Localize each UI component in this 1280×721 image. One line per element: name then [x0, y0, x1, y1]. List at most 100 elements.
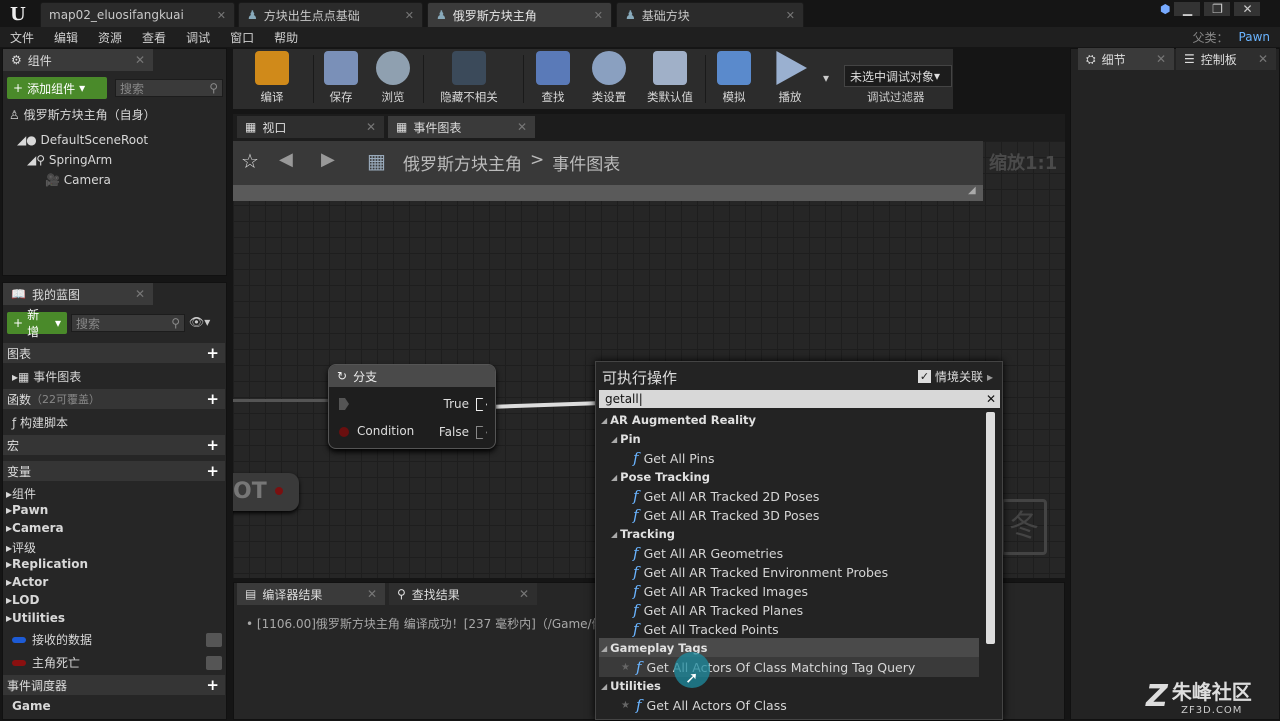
- close-icon[interactable]: ✕: [405, 9, 414, 22]
- add-icon[interactable]: +: [206, 390, 219, 408]
- section-functions[interactable]: 函数 （22可覆盖） +: [3, 389, 225, 409]
- var-group-utilities[interactable]: ▸Utilities: [6, 611, 65, 625]
- action-item[interactable]: ★ f Get All Actors Of Class: [599, 695, 979, 715]
- action-item[interactable]: f Get All AR Tracked Environment Probes: [599, 562, 979, 582]
- hide-unrelated-button[interactable]: 隐藏不相关: [427, 49, 511, 109]
- new-button[interactable]: + 新增 ▾: [7, 308, 67, 339]
- action-category[interactable]: ◢ Utilities: [599, 676, 979, 696]
- var-group-pawn[interactable]: ▸Pawn: [6, 503, 48, 517]
- tab-map[interactable]: map02_eluosifangkuai ✕: [40, 2, 235, 27]
- action-item[interactable]: ★ f Get All Actors Of Class Matching Tag Q…: [599, 657, 979, 677]
- tab-compiler-results[interactable]: ▤ 编译器结果 ✕: [237, 583, 385, 605]
- save-button[interactable]: 保存: [319, 49, 363, 109]
- expand-triangle-icon[interactable]: ◢: [601, 644, 607, 653]
- tab-player[interactable]: ♟ 俄罗斯方块主角 ✕: [427, 2, 612, 27]
- menu-asset[interactable]: 资源: [88, 29, 132, 46]
- var-group-actor[interactable]: ▸Actor: [6, 575, 48, 589]
- partial-node[interactable]: OT: [233, 473, 299, 511]
- play-button[interactable]: 播放: [765, 49, 815, 109]
- close-icon[interactable]: ✕: [217, 9, 226, 22]
- favorite-star-icon[interactable]: ☆: [241, 149, 259, 173]
- section-dispatchers[interactable]: 事件调度器 +: [3, 675, 225, 695]
- minimize-icon[interactable]: ▁: [1174, 2, 1201, 16]
- false-pin-icon[interactable]: [476, 426, 487, 439]
- event-graph-item[interactable]: ▸▦ 事件图表: [12, 368, 81, 385]
- compile-button[interactable]: 编译: [237, 49, 307, 109]
- var-group-components[interactable]: ▸组件: [6, 485, 36, 502]
- close-icon[interactable]: ✕: [366, 120, 376, 134]
- menu-edit[interactable]: 编辑: [44, 29, 88, 46]
- exec-in-pin-icon[interactable]: [339, 398, 349, 410]
- tab-find-results[interactable]: ⚲ 查找结果 ✕: [389, 583, 537, 605]
- close-icon[interactable]: ✕: [594, 9, 603, 22]
- tab-block[interactable]: ♟ 基础方块 ✕: [616, 2, 804, 27]
- self-item[interactable]: ♙ 俄罗斯方块主角（自身）: [9, 106, 156, 123]
- class-settings-button[interactable]: 类设置: [583, 49, 635, 109]
- close-icon[interactable]: ✕: [786, 9, 795, 22]
- add-icon[interactable]: +: [206, 344, 219, 362]
- pin-icon[interactable]: [275, 487, 283, 495]
- menu-help[interactable]: 帮助: [264, 29, 308, 46]
- visibility-icon[interactable]: [206, 632, 222, 647]
- parent-class-value[interactable]: Pawn: [1239, 30, 1280, 44]
- action-item[interactable]: f Get All AR Tracked 3D Poses: [599, 505, 979, 525]
- section-graphs[interactable]: 图表 +: [3, 343, 225, 363]
- action-item[interactable]: f Get All AR Tracked Images: [599, 581, 979, 601]
- expand-triangle-icon[interactable]: ◢: [601, 682, 607, 691]
- branch-node[interactable]: ↻ 分支 True Condition False: [328, 364, 496, 449]
- action-item[interactable]: f Get All AR Tracked Planes: [599, 600, 979, 620]
- expand-triangle-icon[interactable]: ◢: [601, 416, 607, 425]
- favorite-star-icon[interactable]: ★: [621, 700, 630, 711]
- condition-pin-icon[interactable]: [339, 427, 349, 437]
- add-component-button[interactable]: + 添加组件 ▾: [7, 77, 107, 99]
- close-icon[interactable]: ✕: [1156, 52, 1166, 66]
- menu-debug[interactable]: 调试: [176, 29, 220, 46]
- browse-button[interactable]: 浏览: [369, 49, 417, 109]
- action-search-input[interactable]: getall | ✕: [599, 390, 1000, 408]
- find-button[interactable]: 查找: [529, 49, 577, 109]
- back-arrow-icon[interactable]: ◀: [279, 149, 293, 170]
- close-icon[interactable]: ✕: [1258, 52, 1268, 66]
- action-category[interactable]: ◢ Pin: [599, 429, 979, 449]
- tree-item-camera[interactable]: 🎥 Camera: [45, 173, 111, 187]
- add-icon[interactable]: +: [206, 676, 219, 694]
- favorite-star-icon[interactable]: ★: [621, 662, 630, 673]
- var-group-camera[interactable]: ▸Camera: [6, 521, 64, 535]
- forward-arrow-icon[interactable]: ▶: [321, 149, 335, 170]
- my-blueprint-tab[interactable]: 📖 我的蓝图 ✕: [3, 283, 153, 305]
- debug-target-dropdown[interactable]: 未选中调试对象 ▾: [844, 65, 952, 87]
- source-control-icon[interactable]: ⬢: [1160, 2, 1170, 16]
- clear-icon[interactable]: ✕: [986, 392, 996, 406]
- action-category[interactable]: ◢ Tracking: [599, 524, 979, 544]
- close-icon[interactable]: ✕: [135, 287, 145, 301]
- dispatcher-group-game[interactable]: Game: [12, 699, 51, 713]
- class-defaults-button[interactable]: 类默认值: [639, 49, 701, 109]
- tab-event-graph[interactable]: ▦ 事件图表 ✕: [388, 116, 535, 138]
- section-variables[interactable]: 变量 +: [3, 461, 225, 481]
- true-pin-icon[interactable]: [476, 398, 487, 411]
- action-item[interactable]: f Get All Pins: [599, 448, 979, 468]
- tree-item-defaultsceneroot[interactable]: ◢● DefaultSceneRoot: [17, 133, 148, 147]
- action-category[interactable]: ◢ Gameplay Tags: [599, 638, 979, 658]
- breadcrumb-root[interactable]: 俄罗斯方块主角: [403, 150, 522, 175]
- action-item[interactable]: f Get All Tracked Points: [599, 619, 979, 639]
- action-item[interactable]: f Get All AR Geometries: [599, 543, 979, 563]
- palette-tab[interactable]: ☰ 控制板 ✕: [1176, 48, 1276, 70]
- details-tab[interactable]: ⛭ 细节 ✕: [1078, 48, 1174, 70]
- maximize-icon[interactable]: ❐: [1204, 2, 1231, 16]
- var-group-rating[interactable]: ▸评级: [6, 539, 36, 556]
- section-macros[interactable]: 宏 +: [3, 435, 225, 455]
- ue-logo[interactable]: U: [10, 4, 34, 26]
- var-group-replication[interactable]: ▸Replication: [6, 557, 88, 571]
- close-window-icon[interactable]: ✕: [1234, 2, 1261, 16]
- menu-file[interactable]: 文件: [0, 29, 44, 46]
- expand-triangle-icon[interactable]: ◢: [611, 435, 617, 444]
- action-category[interactable]: ◢ AR Augmented Reality: [599, 410, 979, 430]
- menu-view[interactable]: 查看: [132, 29, 176, 46]
- resize-grip-icon[interactable]: ◢: [968, 185, 976, 196]
- tree-item-springarm[interactable]: ◢⚲ SpringArm: [27, 153, 112, 167]
- expand-triangle-icon[interactable]: ◢: [611, 530, 617, 539]
- expand-triangle-icon[interactable]: ◢: [611, 473, 617, 482]
- blueprint-search-input[interactable]: 搜索 ⚲: [71, 314, 185, 332]
- variable-player-dead[interactable]: 主角死亡: [12, 654, 222, 671]
